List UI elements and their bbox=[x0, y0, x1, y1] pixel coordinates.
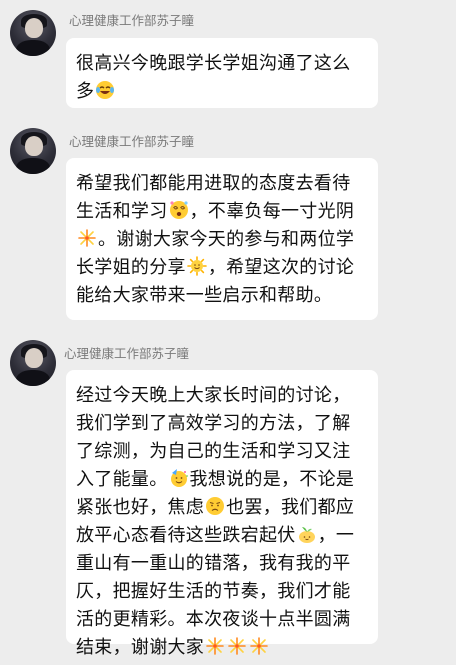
worried-face-emoji bbox=[205, 496, 225, 516]
party-face-emoji bbox=[169, 468, 189, 488]
sender-name: 心理健康工作部苏子瞳 bbox=[69, 13, 195, 28]
message-text: 很高兴今晚跟学长学姐沟通了这么多 bbox=[76, 53, 351, 102]
avatar[interactable] bbox=[10, 128, 56, 174]
fireworks-emoji bbox=[77, 228, 97, 248]
message-bubble[interactable]: 希望我们都能用进取的态度去看待生活和学习 ，不辜负每一寸光阴。谢谢大家今天的参与和… bbox=[66, 158, 378, 320]
laughing-tears-emoji bbox=[95, 80, 115, 100]
sun-emoji bbox=[187, 256, 207, 276]
avatar[interactable] bbox=[10, 10, 56, 56]
dizzy-face-emoji bbox=[169, 200, 189, 220]
message-text: ，不辜负每一寸光阴 bbox=[189, 201, 355, 222]
bean-sprout-emoji bbox=[297, 524, 317, 544]
sender-name: 心理健康工作部苏子瞳 bbox=[69, 134, 195, 149]
fireworks-emoji bbox=[227, 636, 247, 656]
fireworks-emoji bbox=[249, 636, 269, 656]
avatar[interactable] bbox=[10, 340, 56, 386]
message-bubble[interactable]: 很高兴今晚跟学长学姐沟通了这么多 bbox=[66, 38, 378, 108]
sender-name: 心理健康工作部苏子瞳 bbox=[64, 346, 190, 361]
fireworks-emoji bbox=[205, 636, 225, 656]
message-bubble[interactable]: 经过今天晚上大家长时间的讨论，我们学到了高效学习的方法，了解了综测，为自己的生活… bbox=[66, 370, 378, 658]
